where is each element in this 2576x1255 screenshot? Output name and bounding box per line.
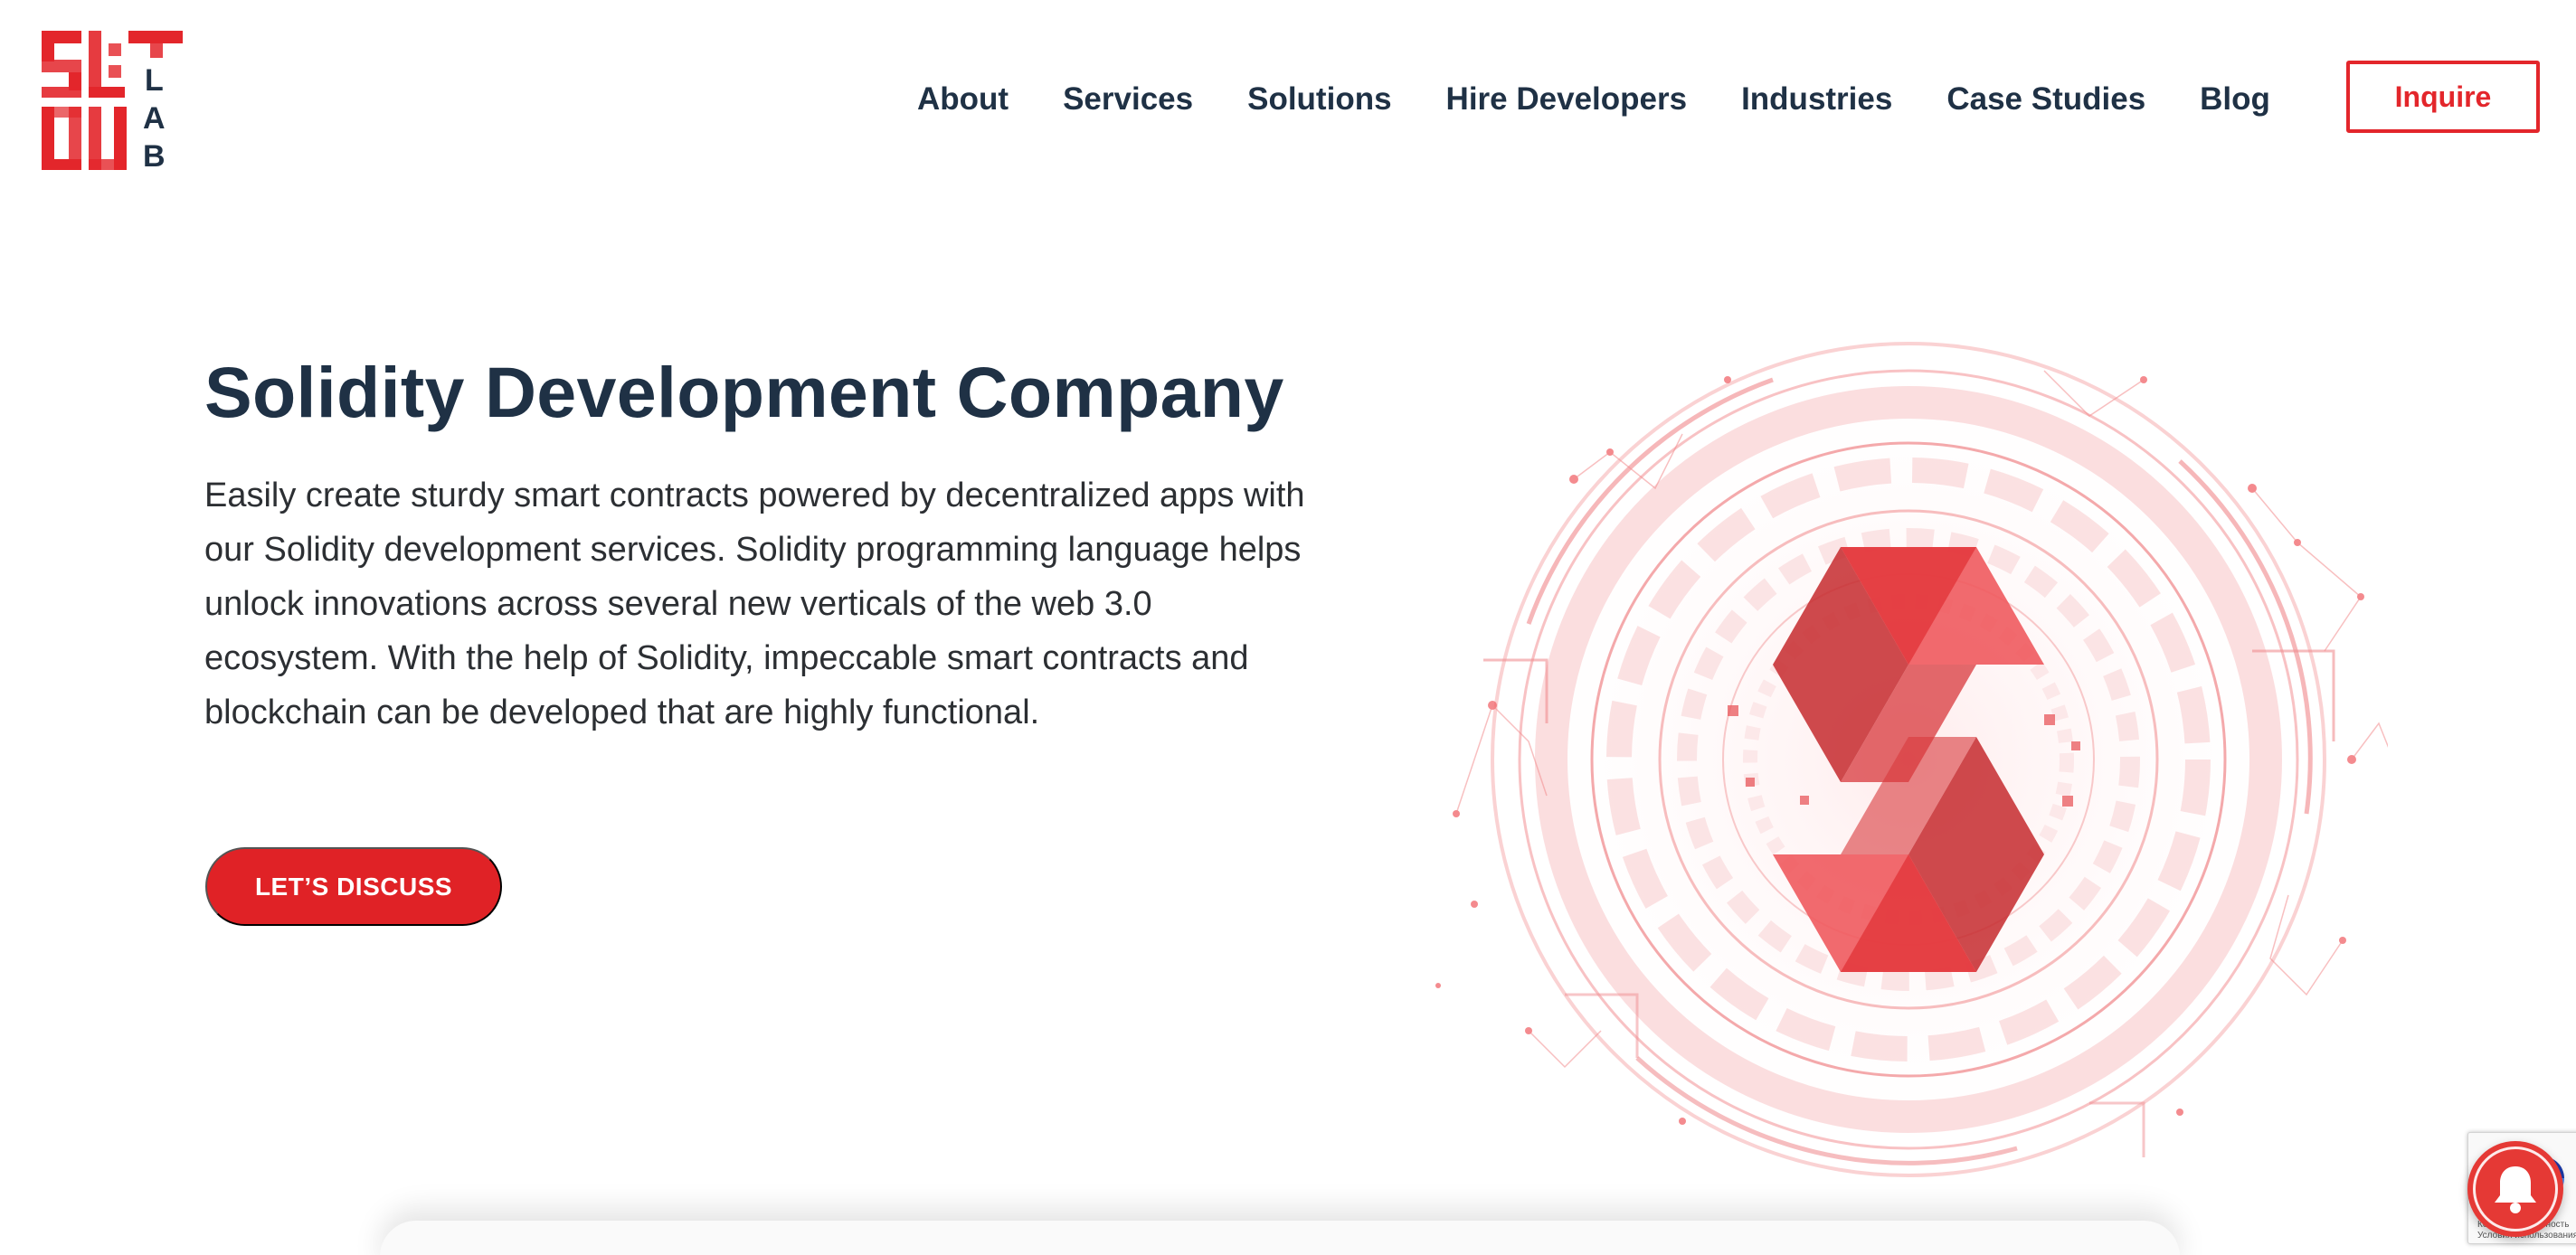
hero-description: Easily create sturdy smart contracts pow… [204, 477, 1305, 731]
hero-illustration [1393, 326, 2388, 1194]
lets-discuss-button[interactable]: LET’S DISCUSS [205, 847, 502, 926]
logo-letter-l: L [145, 63, 164, 98]
inquire-button[interactable]: Inquire [2346, 61, 2540, 133]
nav-services[interactable]: Services [1063, 81, 1193, 118]
page-title: Solidity Development Company [204, 352, 1284, 432]
logo-letter-a: A [143, 101, 166, 136]
nav-case-studies[interactable]: Case Studies [1946, 81, 2145, 118]
nav-hire-developers[interactable]: Hire Developers [1446, 81, 1688, 118]
notification-bell-button[interactable] [2467, 1141, 2563, 1237]
nav-about[interactable]: About [917, 81, 1009, 118]
logo-letter-b: B [143, 139, 166, 170]
nav-blog[interactable]: Blog [2200, 81, 2270, 118]
site-logo[interactable]: L A B [42, 31, 183, 170]
bell-ring [2473, 1146, 2558, 1231]
nav-industries[interactable]: Industries [1741, 81, 1892, 118]
content-card-edge [380, 1221, 2180, 1255]
page: L A B About Services Solutions Hire Deve… [0, 0, 2576, 1255]
solidity-network-illustration-icon [1435, 335, 2388, 1184]
nav-solutions[interactable]: Solutions [1247, 81, 1391, 118]
slou-lab-logo-icon: L A B [42, 31, 183, 170]
main-nav: About Services Solutions Hire Developers… [917, 81, 2270, 118]
